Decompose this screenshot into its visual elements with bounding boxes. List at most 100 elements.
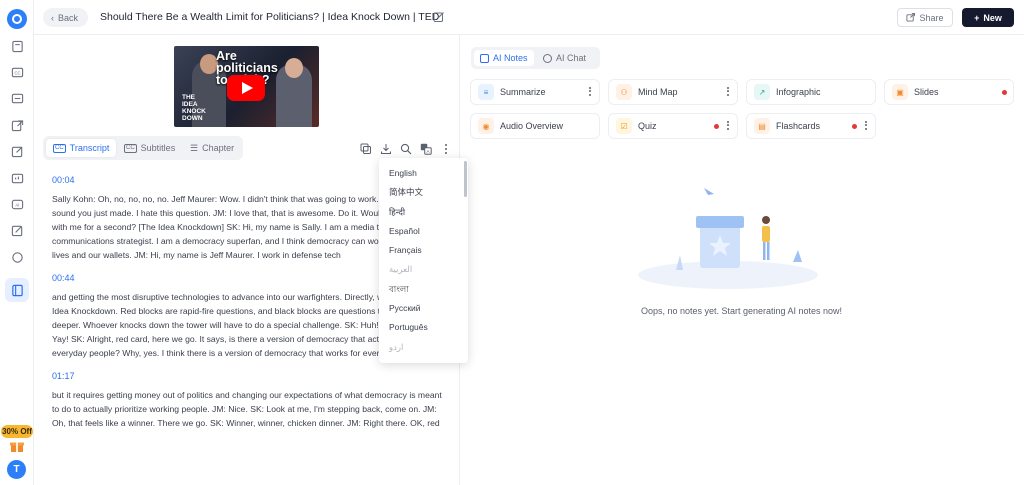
- svg-text:AI: AI: [15, 202, 19, 207]
- back-label: Back: [58, 12, 79, 23]
- language-option[interactable]: English: [379, 164, 468, 183]
- share-icon: [906, 13, 916, 22]
- transcribe-icon[interactable]: [9, 90, 25, 106]
- more-vertical-icon[interactable]: [589, 85, 593, 97]
- search-icon[interactable]: [400, 142, 412, 155]
- language-option[interactable]: বাংলা: [379, 280, 468, 299]
- language-dropdown: English 简体中文 हिन्दी Español Français الع…: [379, 158, 468, 363]
- more-vertical-icon[interactable]: [440, 142, 452, 154]
- app-logo-icon[interactable]: [7, 9, 27, 29]
- user-avatar[interactable]: T: [7, 460, 26, 479]
- dropdown-scrollbar[interactable]: [464, 161, 467, 197]
- tab-chapter[interactable]: ☰ Chapter: [183, 139, 241, 157]
- back-button[interactable]: ‹ Back: [43, 8, 89, 27]
- note-card-audio-overview[interactable]: ◉ Audio Overview: [470, 113, 600, 139]
- notes-tab-bar: AI Notes AI Chat: [471, 47, 600, 69]
- tab-subtitles[interactable]: CC Subtitles: [117, 139, 182, 157]
- more-vertical-icon[interactable]: [865, 119, 869, 131]
- tab-transcript[interactable]: CC Transcript: [46, 139, 117, 157]
- empty-notes-illustration: [638, 188, 818, 289]
- notes-icon[interactable]: [9, 38, 25, 54]
- share-label: Share: [919, 12, 944, 23]
- copy-icon[interactable]: [360, 142, 372, 154]
- note-card-label: Mind Map: [638, 87, 678, 97]
- export-icon[interactable]: [9, 117, 25, 133]
- empty-notes-message: Oops, no notes yet. Start generating AI …: [640, 306, 843, 316]
- segment-text: but it requires getting money out of pol…: [52, 390, 442, 428]
- language-option[interactable]: Español: [379, 222, 468, 241]
- audio-icon: ◉: [478, 118, 494, 134]
- document-title: Should There Be a Wealth Limit for Polit…: [100, 11, 440, 23]
- library-icon[interactable]: [9, 282, 25, 298]
- tab-ai-chat[interactable]: AI Chat: [537, 50, 592, 66]
- language-option[interactable]: Русский: [379, 299, 468, 318]
- ai-notes-icon: [480, 53, 489, 63]
- ai-chat-icon: [543, 53, 552, 63]
- timestamp[interactable]: 01:17: [52, 371, 444, 381]
- svg-text:A: A: [426, 149, 429, 154]
- promo-badge[interactable]: 30% Off: [1, 425, 33, 438]
- tab-transcript-label: Transcript: [69, 143, 110, 153]
- ai-rail-icon[interactable]: AI: [9, 196, 25, 212]
- notification-dot: [1002, 90, 1007, 95]
- translate-icon[interactable]: A: [420, 142, 432, 155]
- share-button[interactable]: Share: [897, 8, 953, 27]
- subtitles-tab-icon: CC: [124, 143, 137, 153]
- transcript-segment: 01:17 but it requires getting money out …: [52, 371, 444, 430]
- transcript-tab-icon: CC: [53, 143, 66, 153]
- language-option[interactable]: اردو: [379, 338, 468, 357]
- note-card-summarize[interactable]: ≡ Summarize: [470, 79, 600, 105]
- note-card-label: Slides: [914, 87, 939, 97]
- app-window: CC AI 30% Off T ‹ Back Should There Be a…: [0, 0, 1024, 485]
- quiz-icon: ☑: [616, 118, 632, 134]
- note-card-label: Quiz: [638, 121, 657, 131]
- summarize-icon: ≡: [478, 84, 494, 100]
- left-rail: CC AI 30% Off T: [0, 0, 34, 485]
- language-option[interactable]: Français: [379, 241, 468, 260]
- tab-ai-notes-label: AI Notes: [493, 53, 528, 63]
- more-vertical-icon[interactable]: [727, 119, 731, 131]
- tab-ai-notes[interactable]: AI Notes: [474, 50, 534, 66]
- language-option[interactable]: हिन्दी: [379, 203, 468, 222]
- slides-rail-icon[interactable]: [9, 170, 25, 186]
- subtitles-icon[interactable]: CC: [9, 64, 25, 80]
- edit-notes-icon[interactable]: [9, 143, 25, 159]
- chevron-left-icon: ‹: [51, 12, 54, 23]
- new-button[interactable]: + New: [962, 8, 1014, 27]
- note-card-flashcards[interactable]: ▤ Flashcards: [746, 113, 876, 139]
- video-logo: THE IDEA KNOCK DOWN: [182, 94, 206, 122]
- mind-map-icon: ⚇: [616, 84, 632, 100]
- more-vertical-icon[interactable]: [727, 85, 731, 97]
- note-card-label: Summarize: [500, 87, 546, 97]
- notification-dot: [714, 124, 719, 129]
- notification-dot: [852, 124, 857, 129]
- note-card-quiz[interactable]: ☑ Quiz: [608, 113, 738, 139]
- play-button-icon[interactable]: [227, 75, 265, 101]
- tab-ai-chat-label: AI Chat: [556, 53, 587, 63]
- flashcards-icon: ▤: [754, 118, 770, 134]
- note-card-slides[interactable]: ▣ Slides: [884, 79, 1014, 105]
- language-option[interactable]: العربية: [379, 260, 468, 279]
- gift-icon[interactable]: [10, 440, 24, 452]
- tab-chapter-label: Chapter: [202, 143, 235, 153]
- new-label: New: [983, 12, 1002, 23]
- note-card-label: Infographic: [776, 87, 821, 97]
- download-icon[interactable]: [380, 142, 392, 154]
- language-option[interactable]: 简体中文: [379, 183, 468, 202]
- write-icon[interactable]: [9, 222, 25, 238]
- transcript-tab-bar: CC Transcript CC Subtitles ☰ Chapter: [43, 136, 243, 160]
- top-bar: ‹ Back Should There Be a Wealth Limit fo…: [34, 0, 1024, 35]
- note-card-infographic[interactable]: ↗ Infographic: [746, 79, 876, 105]
- edit-title-icon[interactable]: [433, 11, 445, 23]
- plus-icon: +: [974, 12, 980, 23]
- slides-icon: ▣: [892, 84, 908, 100]
- note-card-mind-map[interactable]: ⚇ Mind Map: [608, 79, 738, 105]
- note-card-label: Flashcards: [776, 121, 821, 131]
- circle-icon[interactable]: [9, 249, 25, 265]
- language-option[interactable]: Português: [379, 318, 468, 337]
- list-icon: ☰: [190, 142, 199, 153]
- infographic-icon: ↗: [754, 84, 770, 100]
- tab-subtitles-label: Subtitles: [140, 143, 176, 153]
- video-thumbnail[interactable]: Are politicians too rich? THE IDEA KNOCK…: [174, 46, 319, 127]
- svg-text:CC: CC: [14, 70, 20, 75]
